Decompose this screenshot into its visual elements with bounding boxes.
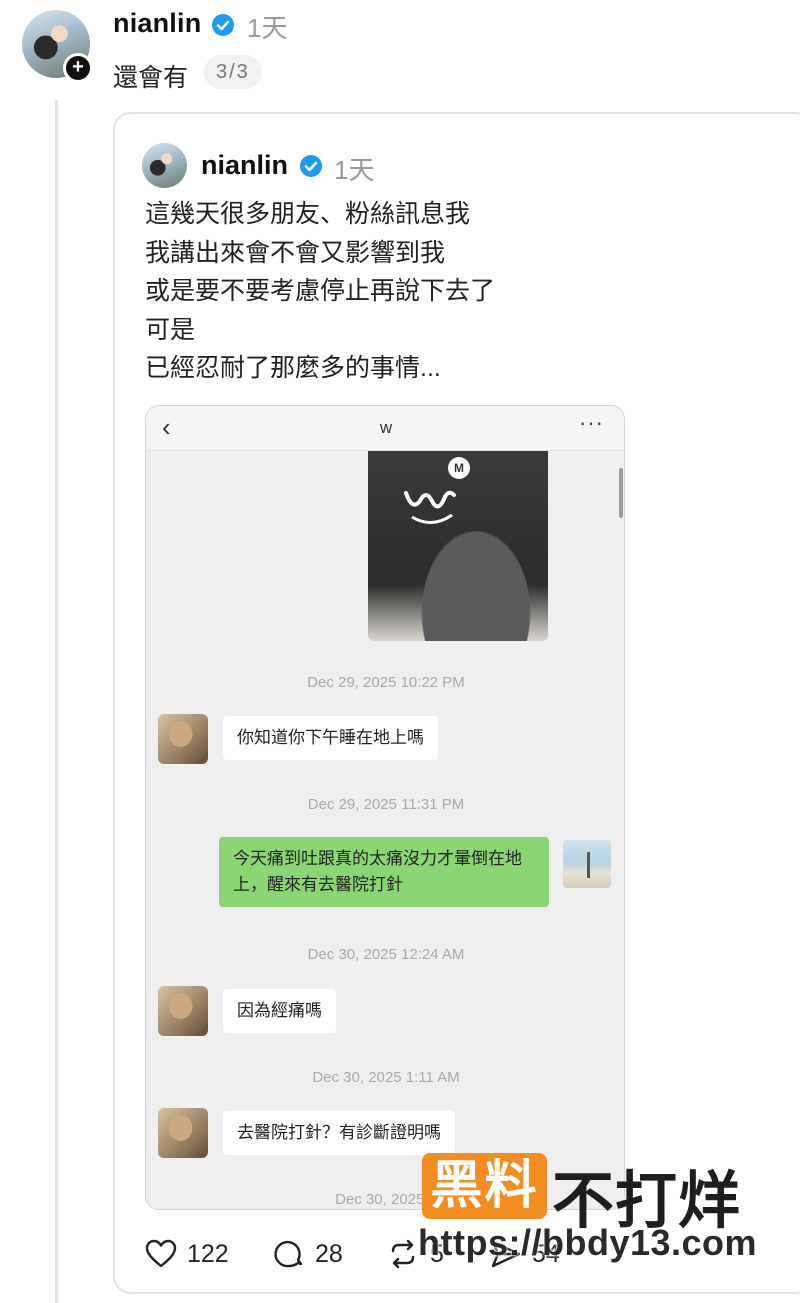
page-indicator: 3/3 bbox=[204, 55, 262, 89]
comment-icon bbox=[274, 1240, 303, 1268]
like-button[interactable]: 122 bbox=[145, 1234, 229, 1274]
quoted-author-username[interactable]: nianlin bbox=[201, 150, 288, 181]
quoted-line: 或是要不要考慮停止再說下去了 bbox=[145, 277, 496, 305]
message-bubble-sent: 今天痛到吐跟真的太痛沒力才暈倒在地上，醒來有去醫院打針 bbox=[219, 837, 549, 907]
quoted-post-text: 這幾天很多朋友、粉絲訊息我 我講出來會不會又影響到我 或是要不要考慮停止再說下去… bbox=[145, 195, 495, 388]
thread-line bbox=[55, 100, 58, 1303]
contact-avatar bbox=[158, 1108, 208, 1158]
quoted-post-time: 1天 bbox=[334, 155, 375, 185]
comment-count: 28 bbox=[315, 1239, 343, 1268]
contact-avatar bbox=[158, 714, 208, 764]
heart-icon bbox=[145, 1239, 177, 1268]
logo-badge: M bbox=[448, 457, 470, 479]
verified-badge-icon bbox=[212, 14, 234, 36]
chat-scrollbar bbox=[619, 468, 623, 518]
brand-logo-icon bbox=[404, 490, 456, 524]
follow-plus-icon[interactable]: + bbox=[63, 53, 93, 83]
message-timestamp: Dec 29, 2025 10:22 PM bbox=[307, 674, 465, 691]
message-timestamp: Dec 29, 2025 11:31 PM bbox=[307, 796, 465, 813]
message-bubble: 因為經痛嗎 bbox=[223, 989, 336, 1033]
chat-screenshot[interactable]: ‹ w ··· M Dec 29, 2025 10:22 PM 你知道你下午睡在… bbox=[145, 405, 625, 1210]
chat-photo: M bbox=[368, 451, 548, 641]
more-options-icon: ··· bbox=[579, 410, 604, 435]
quoted-author-avatar[interactable] bbox=[142, 143, 187, 188]
message-timestamp: Dec 30, 2025 1:11 AM bbox=[312, 1069, 460, 1086]
message-bubble: 你知道你下午睡在地上嗎 bbox=[223, 716, 438, 760]
user-avatar bbox=[563, 840, 611, 888]
quoted-line: 我講出來會不會又影響到我 bbox=[145, 238, 446, 267]
post-text: 還會有 bbox=[113, 64, 189, 92]
author-username[interactable]: nianlin bbox=[113, 8, 201, 39]
message-timestamp: Dec 30, 2025 12:24 AM bbox=[307, 946, 465, 963]
like-count: 122 bbox=[187, 1239, 229, 1268]
post-time: 1天 bbox=[247, 13, 288, 43]
quoted-line: 可是 bbox=[145, 315, 196, 344]
comment-button[interactable]: 28 bbox=[273, 1234, 343, 1274]
chat-title: w bbox=[379, 418, 393, 437]
watermark-badge: 黑料 bbox=[422, 1153, 547, 1219]
quoted-line: 這幾天很多朋友、粉絲訊息我 bbox=[145, 200, 471, 228]
message-bubble: 去醫院打針？有診斷證明嗎 bbox=[223, 1111, 455, 1155]
chat-header: ‹ w ··· bbox=[146, 406, 624, 451]
verified-badge-icon bbox=[300, 155, 322, 177]
quoted-line: 已經忍耐了那麼多的事情... bbox=[145, 354, 441, 382]
watermark-url: https://bbdy13.com bbox=[418, 1222, 758, 1263]
repost-icon bbox=[391, 1239, 415, 1269]
contact-avatar bbox=[158, 986, 208, 1036]
